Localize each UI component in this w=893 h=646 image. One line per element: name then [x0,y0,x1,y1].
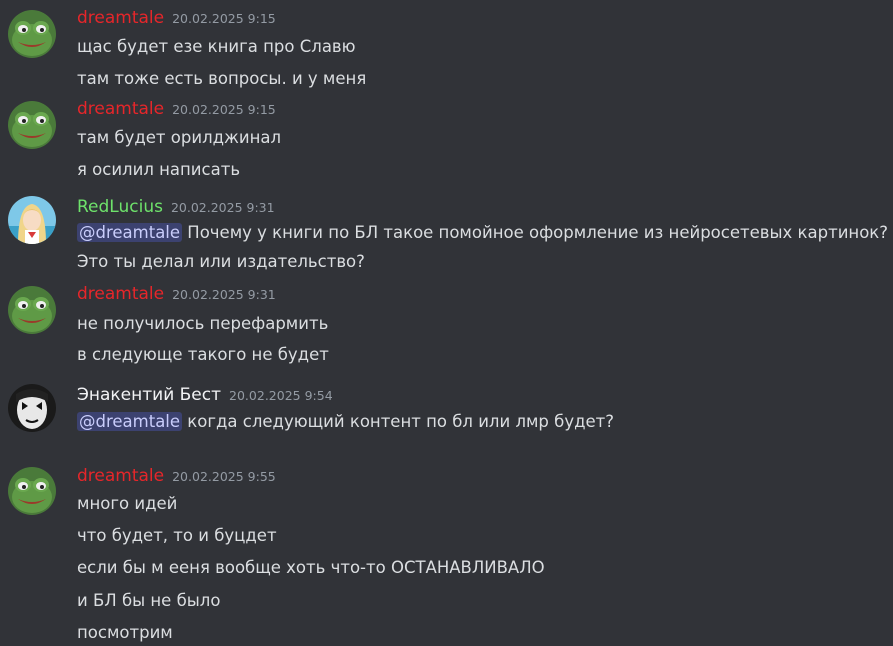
message-text: много идей [77,494,178,513]
frog-avatar[interactable] [8,286,56,334]
message-text: не получилось перефармить [77,314,329,333]
frog-avatar[interactable] [8,10,56,58]
frog-avatar[interactable] [8,101,56,149]
clown-face-avatar[interactable] [8,384,56,432]
author-name[interactable]: Энакентий Бест [77,385,221,405]
author-name[interactable]: dreamtale [77,8,164,28]
message-header: dreamtale 20.02.2025 9:15 [77,8,276,28]
message-text-content: когда следующий контент по бл или лмр бу… [182,412,615,431]
timestamp[interactable]: 20.02.2025 9:54 [229,388,333,403]
message-text: если бы м ееня вообще хоть что-то ОСТАНА… [77,558,545,577]
message-text: Это ты делал или издательство? [77,252,365,271]
message-text: щас будет езе книга про Славю [77,37,356,56]
timestamp[interactable]: 20.02.2025 9:55 [172,469,276,484]
message-header: dreamtale 20.02.2025 9:31 [77,284,276,304]
frog-avatar[interactable] [8,467,56,515]
author-name[interactable]: dreamtale [77,466,164,486]
author-name[interactable]: dreamtale [77,99,164,119]
user-mention[interactable]: @dreamtale [77,223,183,242]
anime-girl-avatar[interactable] [8,196,56,244]
message-text: в следующе такого не будет [77,345,329,364]
message-text: там будет орилджинал [77,128,282,147]
timestamp[interactable]: 20.02.2025 9:31 [171,200,275,215]
message-header: RedLucius 20.02.2025 9:31 [77,197,275,217]
message-header: dreamtale 20.02.2025 9:55 [77,466,276,486]
message-header: dreamtale 20.02.2025 9:15 [77,99,276,119]
message-text: посмотрим [77,623,173,642]
timestamp[interactable]: 20.02.2025 9:15 [172,11,276,26]
message-text-content: Почему у книги по БЛ такое помойное офор… [182,223,889,242]
message-text: @dreamtale когда следующий контент по бл… [77,411,614,433]
message-header: Энакентий Бест 20.02.2025 9:54 [77,385,333,405]
timestamp[interactable]: 20.02.2025 9:31 [172,287,276,302]
author-name[interactable]: dreamtale [77,284,164,304]
timestamp[interactable]: 20.02.2025 9:15 [172,102,276,117]
message-text: @dreamtale Почему у книги по БЛ такое по… [77,222,888,244]
message-text: там тоже есть вопросы. и у меня [77,69,367,88]
author-name[interactable]: RedLucius [77,197,163,217]
message-text: и БЛ бы не было [77,591,221,610]
user-mention[interactable]: @dreamtale [77,412,183,431]
message-text: я осилил написать [77,160,241,179]
message-text: что будет, то и буцдет [77,526,277,545]
